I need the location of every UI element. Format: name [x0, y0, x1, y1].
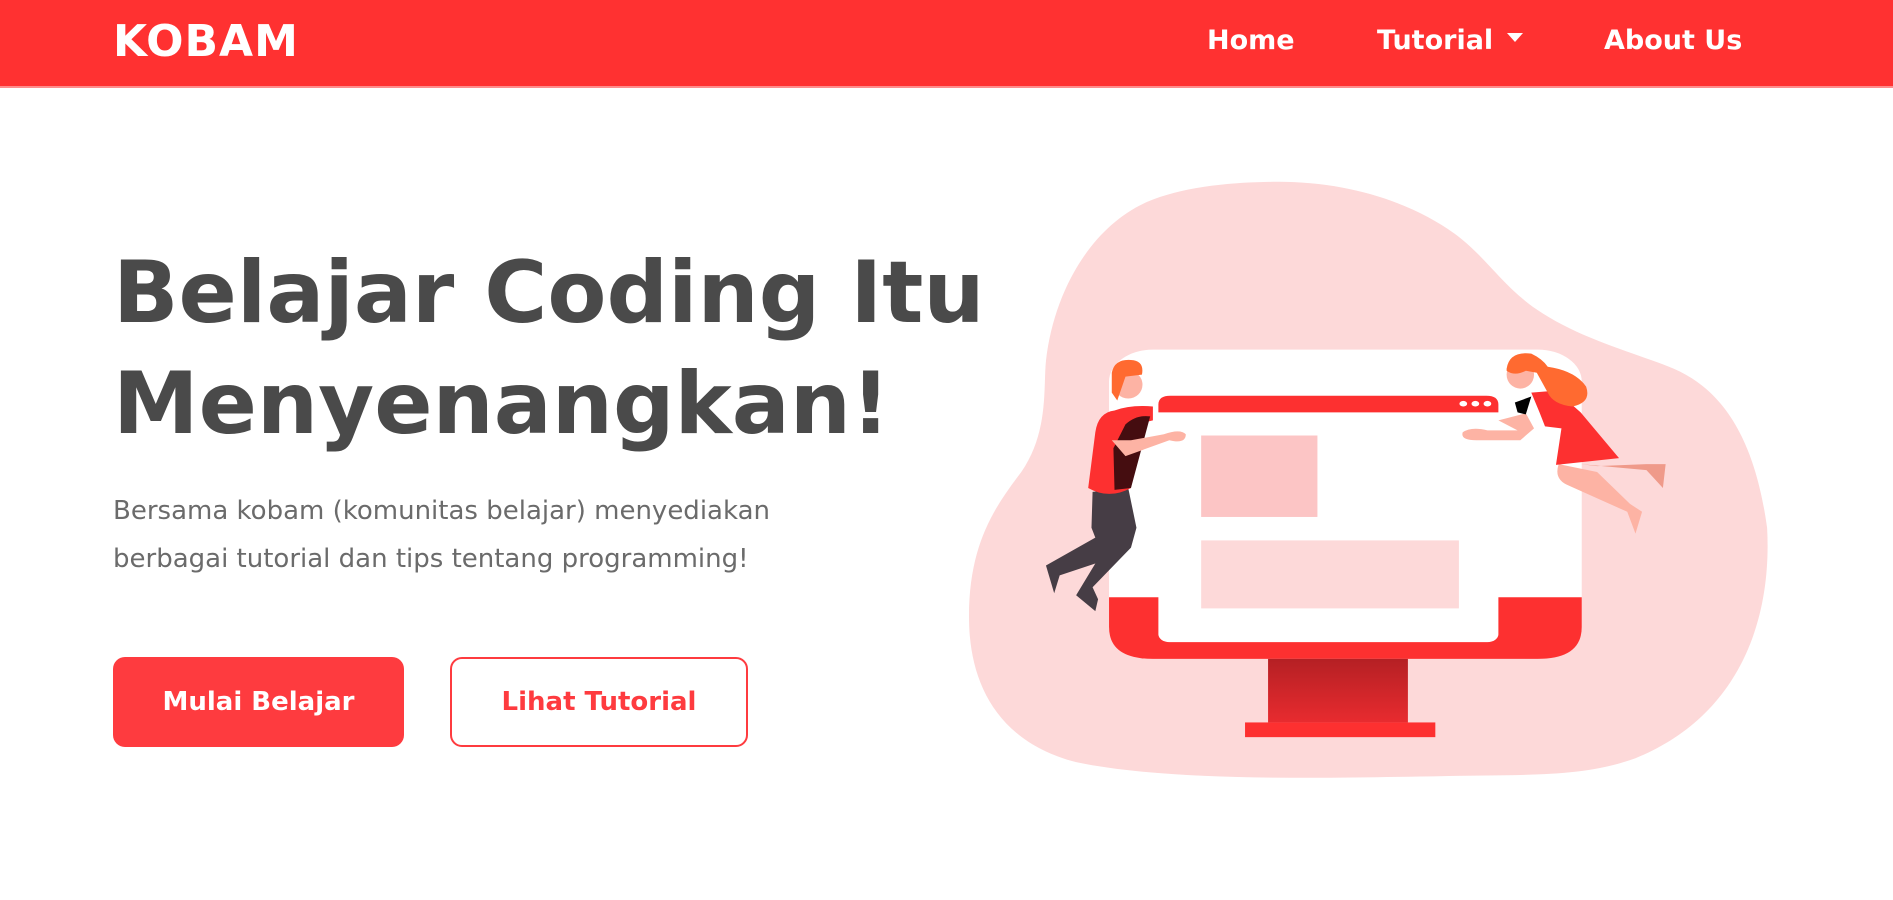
hero-description-line2: berbagai tutorial dan tips tentang progr… [113, 544, 749, 574]
hero-description: Bersama kobam (komunitas belajar) menyed… [113, 487, 770, 583]
hero-title-line2: Menyenangkan! [113, 354, 891, 454]
hero-illustration [969, 181, 1768, 778]
hero-description-line1: Bersama kobam (komunitas belajar) menyed… [113, 496, 770, 526]
nav-tutorial-label: Tutorial [1377, 25, 1494, 56]
nav-home[interactable]: Home [1207, 25, 1295, 56]
lihat-tutorial-button[interactable]: Lihat Tutorial [450, 657, 748, 747]
nav-about-us[interactable]: About Us [1604, 25, 1742, 56]
nav-tutorial[interactable]: Tutorial [1377, 25, 1524, 56]
mulai-belajar-button[interactable]: Mulai Belajar [113, 657, 404, 747]
caret-down-icon [1507, 33, 1524, 42]
brand-logo[interactable]: KOBAM [113, 16, 299, 67]
hero-title: Belajar Coding Itu Menyenangkan! [113, 238, 985, 460]
navbar: KOBAM Home Tutorial About Us [0, 0, 1893, 88]
hero-title-line1: Belajar Coding Itu [113, 243, 985, 343]
